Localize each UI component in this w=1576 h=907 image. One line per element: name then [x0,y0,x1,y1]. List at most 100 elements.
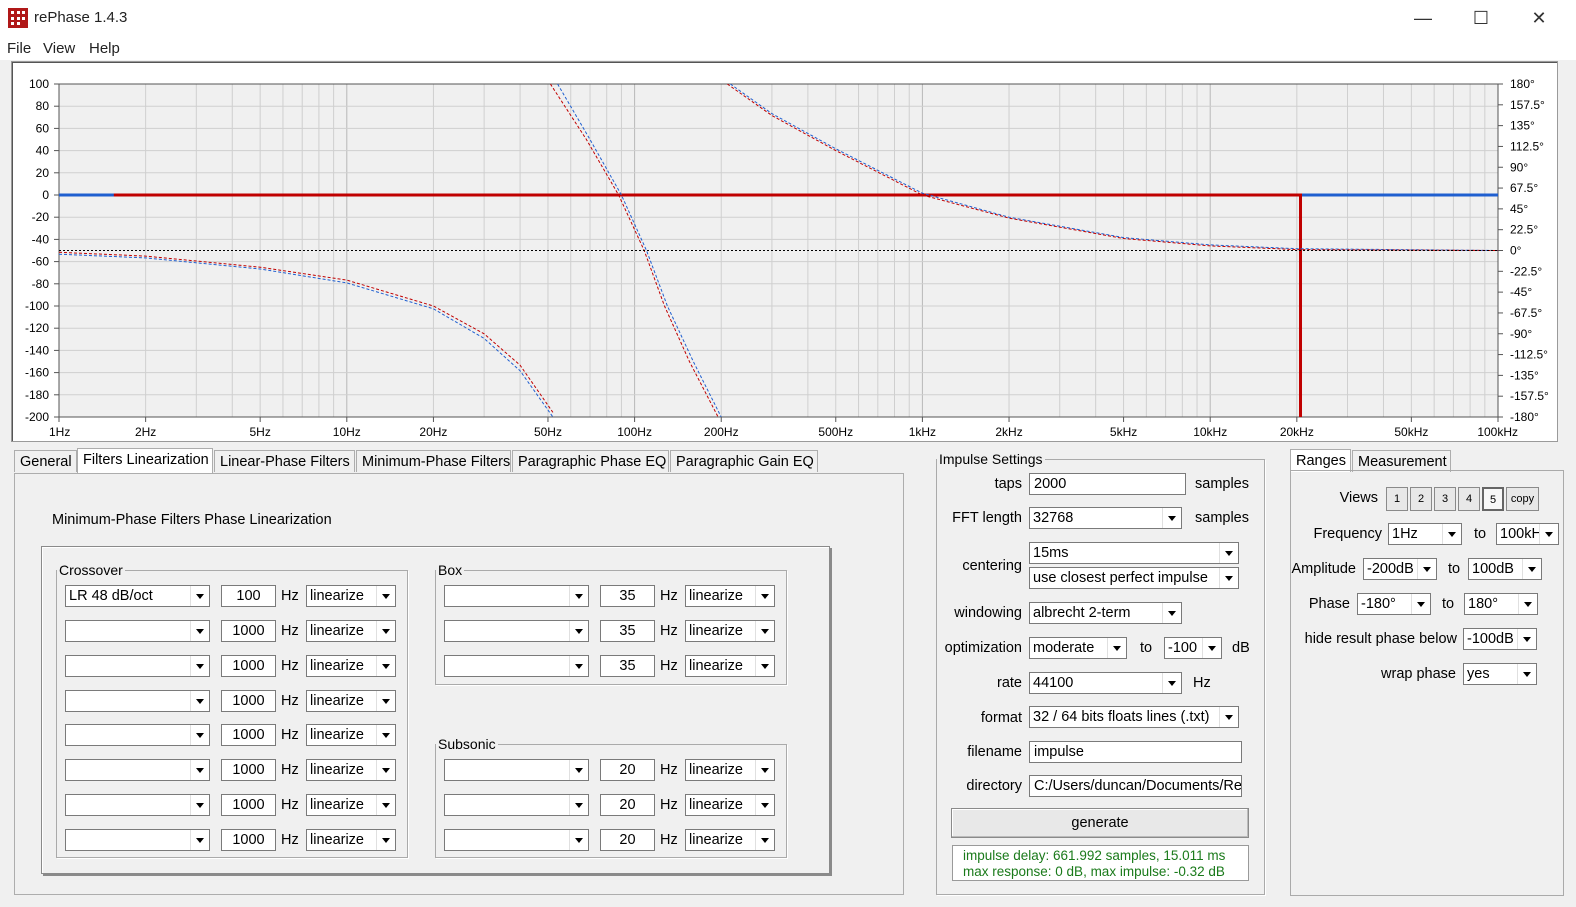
phase-to-select[interactable]: 180° [1464,593,1538,615]
phase-from-select[interactable]: -180° [1357,593,1431,615]
tab-linear-phase-filters[interactable]: Linear-Phase Filters [214,450,355,472]
crossover-type-6-select[interactable] [65,759,210,781]
box-mode-1-select[interactable]: linearize [685,585,775,607]
y-tick-label: 40 [36,144,50,158]
close-button[interactable]: ✕ [1516,4,1562,32]
crossover-mode-3-select[interactable]: linearize [306,655,396,677]
menu-file[interactable]: File [7,40,31,57]
directory-input[interactable]: C:/Users/duncan/Documents/Rep [1029,775,1242,797]
crossover-mode-7-select[interactable]: linearize [306,794,396,816]
crossover-type-8-select[interactable] [65,829,210,851]
crossover-type-5-select[interactable] [65,724,210,746]
subsonic-frequency-input-1[interactable]: 20 [600,759,655,781]
windowing-select[interactable]: albrecht 2-term [1029,602,1182,624]
plot-canvas: 100 80 60 40 20 0 -20 -40 -60 -80 -100 -120 -140 -160… [25,77,1549,439]
crossover-frequency-input-3[interactable]: 1000 [221,655,276,677]
crossover-label: Crossover [57,562,125,578]
view-3-button[interactable]: 3 [1434,487,1456,511]
crossover-type-1-select[interactable]: LR 48 dB/oct [65,585,210,607]
crossover-frequency-input-5[interactable]: 1000 [221,724,276,746]
subsonic-mode-3-select[interactable]: linearize [685,829,775,851]
tab-paragraphic-phase-eq[interactable]: Paragraphic Phase EQ [512,450,669,472]
crossover-frequency-input-6[interactable]: 1000 [221,759,276,781]
chevron-down-icon [569,795,588,815]
crossover-mode-5-select[interactable]: linearize [306,724,396,746]
crossover-frequency-input-4[interactable]: 1000 [221,690,276,712]
box-frequency-input-2[interactable]: 35 [600,620,655,642]
box-mode-1-value: linearize [689,588,743,604]
subsonic-frequency-input-3[interactable]: 20 [600,829,655,851]
maximize-button[interactable]: ☐ [1458,4,1504,32]
box-mode-2-select[interactable]: linearize [685,620,775,642]
crossover-mode-6-select[interactable]: linearize [306,759,396,781]
crossover-mode-8-select[interactable]: linearize [306,829,396,851]
crossover-type-2-select[interactable] [65,620,210,642]
subsonic-type-3-select[interactable] [444,829,589,851]
crossover-type-7-select[interactable] [65,794,210,816]
subsonic-frequency-input-2[interactable]: 20 [600,794,655,816]
centering-label: centering [962,558,1022,574]
box-type-3-select[interactable] [444,655,589,677]
generate-button[interactable]: generate [951,808,1249,838]
crossover-mode-4-select[interactable]: linearize [306,690,396,712]
fft-length-select[interactable]: 32768 [1029,507,1182,529]
crossover-frequency-input-2[interactable]: 1000 [221,620,276,642]
box-type-2-select[interactable] [444,620,589,642]
chevron-down-icon [376,586,395,606]
subsonic-mode-2-select[interactable]: linearize [685,794,775,816]
frequency-from-select[interactable]: 1Hz [1388,523,1462,545]
rate-select[interactable]: 44100 [1029,672,1182,694]
crossover-mode-1-select[interactable]: linearize [306,585,396,607]
frequency-to-select[interactable]: 100kHz [1496,523,1559,545]
crossover-mode-2-select[interactable]: linearize [306,620,396,642]
crossover-frequency-input-8[interactable]: 1000 [221,829,276,851]
copy-view-button[interactable]: copy [1506,487,1539,511]
view-5-button[interactable]: 5 [1482,487,1504,511]
view-4-button[interactable]: 4 [1458,487,1480,511]
phase-to-value: 180° [1468,596,1498,612]
subsonic-type-1-select[interactable] [444,759,589,781]
subsonic-mode-1-select[interactable]: linearize [685,759,775,781]
hide-phase-select[interactable]: -100dB [1463,628,1537,650]
amplitude-from-select[interactable]: -200dB [1363,558,1437,580]
subsonic-type-2-select[interactable] [444,794,589,816]
box-mode-3-select[interactable]: linearize [685,655,775,677]
menu-help[interactable]: Help [89,40,120,57]
tab-measurement[interactable]: Measurement [1352,450,1451,472]
tab-filters-linearization[interactable]: Filters Linearization [77,448,213,474]
chevron-down-icon [1517,664,1536,684]
optimization-select[interactable]: moderate [1029,637,1127,659]
views-label: Views [1339,490,1378,506]
filename-input[interactable]: impulse [1029,741,1242,763]
response-plot[interactable]: 100 80 60 40 20 0 -20 -40 -60 -80 -100 -120 -140 -160… [11,61,1558,442]
taps-input[interactable]: 2000 [1029,473,1186,495]
title-bar [0,0,1576,36]
y-tick-label: 60 [36,121,50,135]
box-type-1-select[interactable] [444,585,589,607]
crossover-frequency-input-7[interactable]: 1000 [221,794,276,816]
chevron-down-icon [376,795,395,815]
tab-general[interactable]: General [14,450,77,472]
optimization-value: moderate [1033,640,1095,656]
box-frequency-input-1[interactable]: 35 [600,585,655,607]
wrap-phase-select[interactable]: yes [1463,663,1537,685]
view-1-button[interactable]: 1 [1386,487,1408,511]
format-select[interactable]: 32 / 64 bits floats lines (.txt) [1029,706,1239,728]
centering-select[interactable]: 15ms [1029,542,1239,564]
chevron-down-icon [190,760,209,780]
crossover-type-3-select[interactable] [65,655,210,677]
view-2-button[interactable]: 2 [1410,487,1432,511]
centering-mode-select[interactable]: use closest perfect impulse [1029,567,1239,589]
menu-view[interactable]: View [43,40,75,57]
tab-paragraphic-gain-eq[interactable]: Paragraphic Gain EQ [670,450,818,472]
optimization-db-select[interactable]: -100 [1164,637,1222,659]
box-frequency-input-3[interactable]: 35 [600,655,655,677]
x-tick-label: 100Hz [617,425,652,439]
crossover-type-4-select[interactable] [65,690,210,712]
tab-minimum-phase-filters[interactable]: Minimum-Phase Filters [356,450,511,472]
minimize-button[interactable]: — [1400,4,1446,32]
crossover-frequency-input-1[interactable]: 100 [221,585,276,607]
amplitude-to-select[interactable]: 100dB [1468,558,1542,580]
tab-ranges[interactable]: Ranges [1290,449,1351,472]
phase-from-value: -180° [1361,596,1396,612]
